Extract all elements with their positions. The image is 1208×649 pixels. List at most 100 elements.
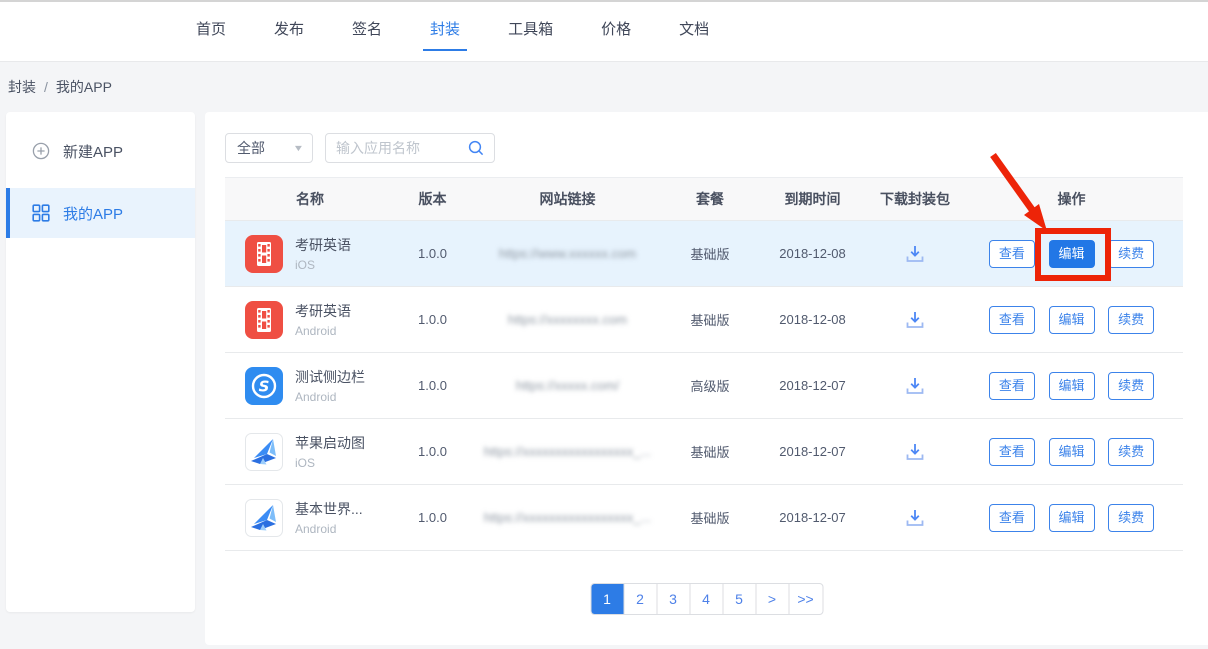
website-link-cell: https://xxxxxxxxxxxxxxxxx_... <box>470 510 665 525</box>
nav-item-docs[interactable]: 文档 <box>679 2 709 62</box>
actions-cell: 查看 编辑 续费 <box>960 306 1183 334</box>
breadcrumb: 封装 / 我的APP <box>0 62 112 112</box>
renew-button[interactable]: 续费 <box>1108 504 1154 532</box>
nav-item-toolbox[interactable]: 工具箱 <box>508 2 553 62</box>
expire-date: 2018-12-07 <box>755 444 870 459</box>
nav-item-home[interactable]: 首页 <box>196 2 226 62</box>
app-name: 考研英语 <box>295 235 351 255</box>
app-version: 1.0.0 <box>395 312 470 327</box>
download-icon[interactable] <box>904 442 926 462</box>
view-button[interactable]: 查看 <box>989 372 1035 400</box>
edit-button[interactable]: 编辑 <box>1049 504 1095 532</box>
download-icon[interactable] <box>904 376 926 396</box>
app-icon <box>245 301 283 339</box>
page-button-3[interactable]: 3 <box>657 584 690 614</box>
app-platform: Android <box>295 390 365 404</box>
website-link-blurred: https://xxxxx.com/ <box>516 378 619 393</box>
edit-button[interactable]: 编辑 <box>1049 372 1095 400</box>
download-icon[interactable] <box>904 508 926 528</box>
search-icon[interactable] <box>467 139 485 157</box>
view-button[interactable]: 查看 <box>989 306 1035 334</box>
actions-cell: 查看 编辑 续费 <box>960 372 1183 400</box>
top-nav: 首页 发布 签名 封装 工具箱 价格 文档 <box>0 0 1208 62</box>
paper-bird-app-icon <box>245 433 283 471</box>
page-button-1[interactable]: 1 <box>591 584 624 614</box>
breadcrumb-section[interactable]: 封装 <box>8 79 36 95</box>
app-table: 名称 版本 网站链接 套餐 到期时间 下载封装包 操作 考研英语 <box>225 177 1183 551</box>
pagination: 1 2 3 4 5 > >> <box>590 583 823 615</box>
actions-cell: 查看 编辑 续费 <box>960 240 1183 268</box>
renew-button[interactable]: 续费 <box>1108 438 1154 466</box>
table-row: 基本世界... Android 1.0.0 https://xxxxxxxxxx… <box>225 485 1183 551</box>
app-icon: S <box>245 367 283 405</box>
page-button-5[interactable]: 5 <box>723 584 756 614</box>
table-body: 考研英语 iOS 1.0.0 https://www.xxxxxx.com 基础… <box>225 221 1183 551</box>
download-cell <box>870 376 960 396</box>
website-link-cell: https://xxxxxxxxxxxxxxxxx_... <box>470 444 665 459</box>
paper-bird-app-icon <box>245 499 283 537</box>
plan-badge: 基础版 <box>665 442 755 461</box>
col-header-download: 下载封装包 <box>870 189 960 209</box>
app-name-cell: 苹果启动图 iOS <box>225 433 395 471</box>
page-last-button[interactable]: >> <box>789 584 822 614</box>
app-platform: Android <box>295 324 351 338</box>
app-name: 基本世界... <box>295 499 363 519</box>
breadcrumb-page: 我的APP <box>56 79 112 95</box>
expire-date: 2018-12-07 <box>755 378 870 393</box>
app-platform: Android <box>295 522 363 536</box>
app-version: 1.0.0 <box>395 444 470 459</box>
download-cell <box>870 442 960 462</box>
app-name: 测试侧边栏 <box>295 367 365 387</box>
website-link-cell: https://www.xxxxxx.com <box>470 246 665 261</box>
page-next-button[interactable]: > <box>756 584 789 614</box>
breadcrumb-separator: / <box>44 79 48 95</box>
search-input[interactable] <box>336 140 467 156</box>
expire-date: 2018-12-07 <box>755 510 870 525</box>
app-version: 1.0.0 <box>395 510 470 525</box>
col-header-actions: 操作 <box>960 189 1183 209</box>
renew-button[interactable]: 续费 <box>1108 240 1154 268</box>
website-link-blurred: https://www.xxxxxx.com <box>499 246 636 261</box>
download-icon[interactable] <box>904 244 926 264</box>
col-header-name: 名称 <box>225 189 395 209</box>
plan-badge: 高级版 <box>665 376 755 395</box>
dropdown-value: 全部 <box>237 138 265 158</box>
page-button-2[interactable]: 2 <box>624 584 657 614</box>
edit-button[interactable]: 编辑 <box>1049 306 1095 334</box>
download-cell <box>870 244 960 264</box>
download-cell <box>870 310 960 330</box>
view-button[interactable]: 查看 <box>989 240 1035 268</box>
download-icon[interactable] <box>904 310 926 330</box>
sidebar-item-new-app[interactable]: 新建APP <box>6 126 195 176</box>
nav-item-package[interactable]: 封装 <box>430 2 460 62</box>
main-panel: 全部 ▼ 名称 版本 网站链接 套餐 到期时间 下载封装包 操作 <box>205 112 1208 645</box>
chevron-down-icon: ▼ <box>293 143 305 153</box>
app-name: 苹果启动图 <box>295 433 365 453</box>
actions-cell: 查看 编辑 续费 <box>960 438 1183 466</box>
edit-button[interactable]: 编辑 <box>1049 438 1095 466</box>
nav-item-sign[interactable]: 签名 <box>352 2 382 62</box>
renew-button[interactable]: 续费 <box>1108 372 1154 400</box>
app-icon <box>245 499 283 537</box>
category-dropdown[interactable]: 全部 ▼ <box>225 133 313 163</box>
sidebar-item-my-app[interactable]: 我的APP <box>6 188 195 238</box>
expire-date: 2018-12-08 <box>755 312 870 327</box>
col-header-expire: 到期时间 <box>755 189 870 209</box>
table-header-row: 名称 版本 网站链接 套餐 到期时间 下载封装包 操作 <box>225 178 1183 221</box>
nav-item-price[interactable]: 价格 <box>601 2 631 62</box>
table-row: 考研英语 Android 1.0.0 https://xxxxxxxx.com … <box>225 287 1183 353</box>
film-app-icon <box>245 301 283 339</box>
view-button[interactable]: 查看 <box>989 438 1035 466</box>
website-link-cell: https://xxxxxxxx.com <box>470 312 665 327</box>
app-version: 1.0.0 <box>395 378 470 393</box>
table-row: 苹果启动图 iOS 1.0.0 https://xxxxxxxxxxxxxxxx… <box>225 419 1183 485</box>
renew-button[interactable]: 续费 <box>1108 306 1154 334</box>
website-link-cell: https://xxxxx.com/ <box>470 378 665 393</box>
website-link-blurred: https://xxxxxxxx.com <box>508 312 627 327</box>
sidebar: 新建APP 我的APP <box>6 112 195 612</box>
nav-item-publish[interactable]: 发布 <box>274 2 304 62</box>
edit-button[interactable]: 编辑 <box>1049 240 1095 268</box>
view-button[interactable]: 查看 <box>989 504 1035 532</box>
actions-cell: 查看 编辑 续费 <box>960 504 1183 532</box>
page-button-4[interactable]: 4 <box>690 584 723 614</box>
